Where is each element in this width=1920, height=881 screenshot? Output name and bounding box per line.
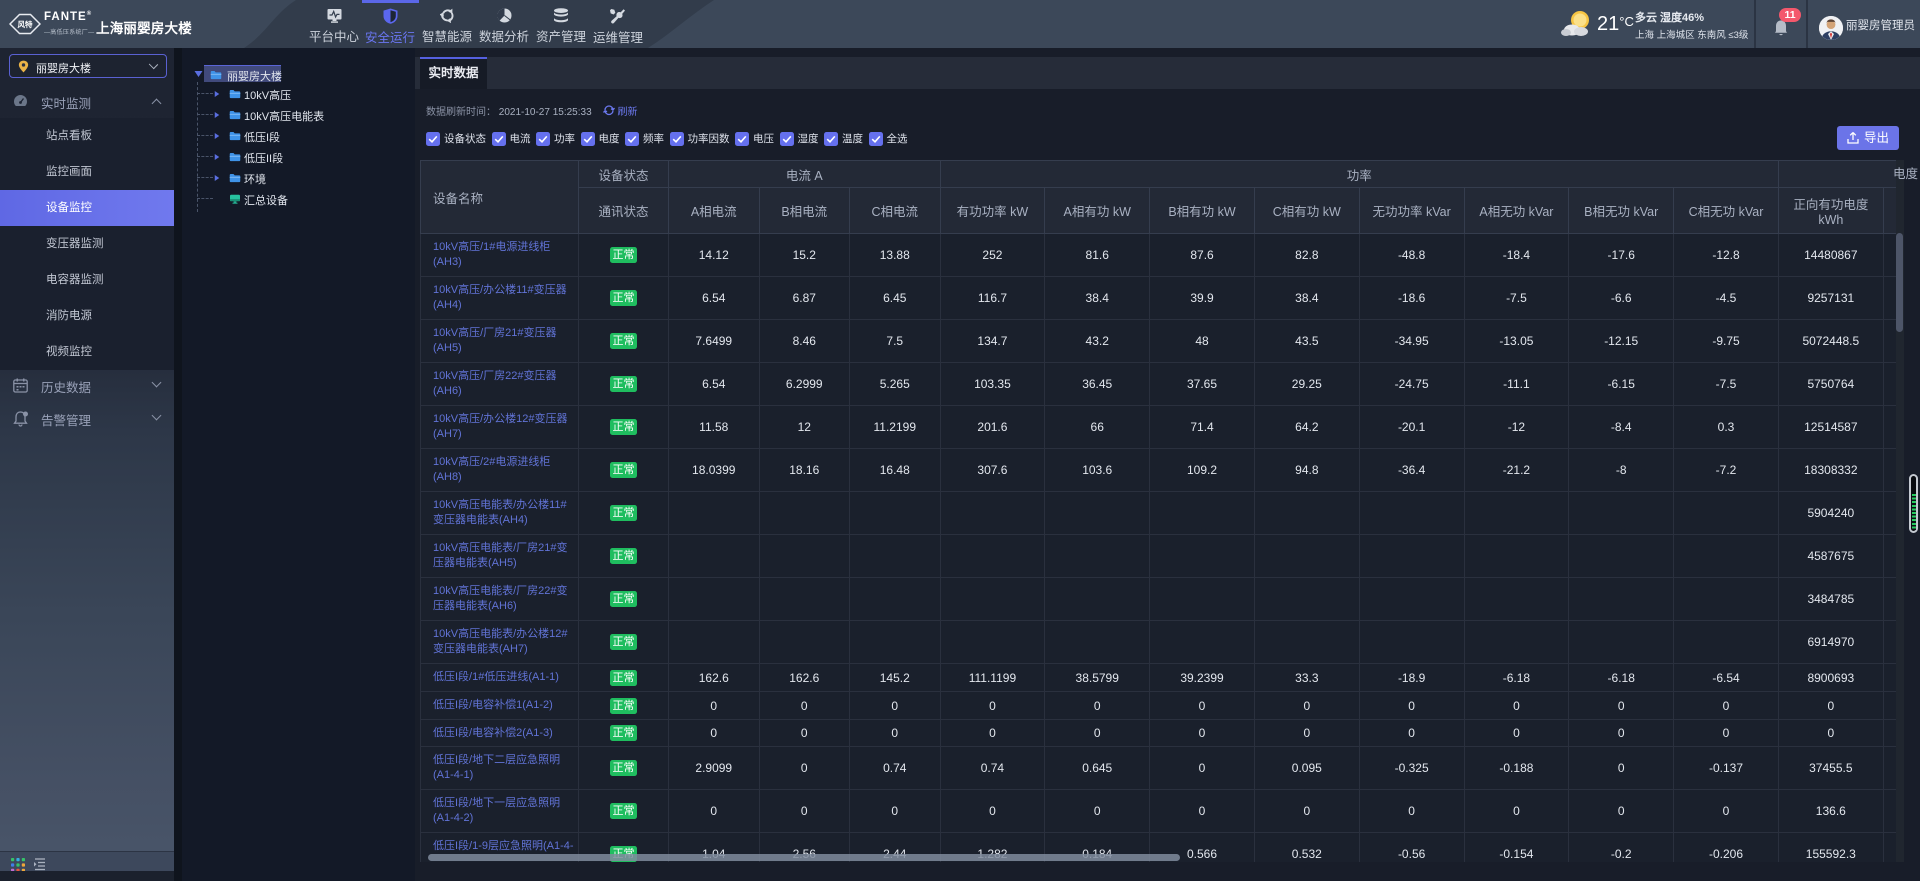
svg-text:风特: 风特 — [18, 19, 33, 29]
